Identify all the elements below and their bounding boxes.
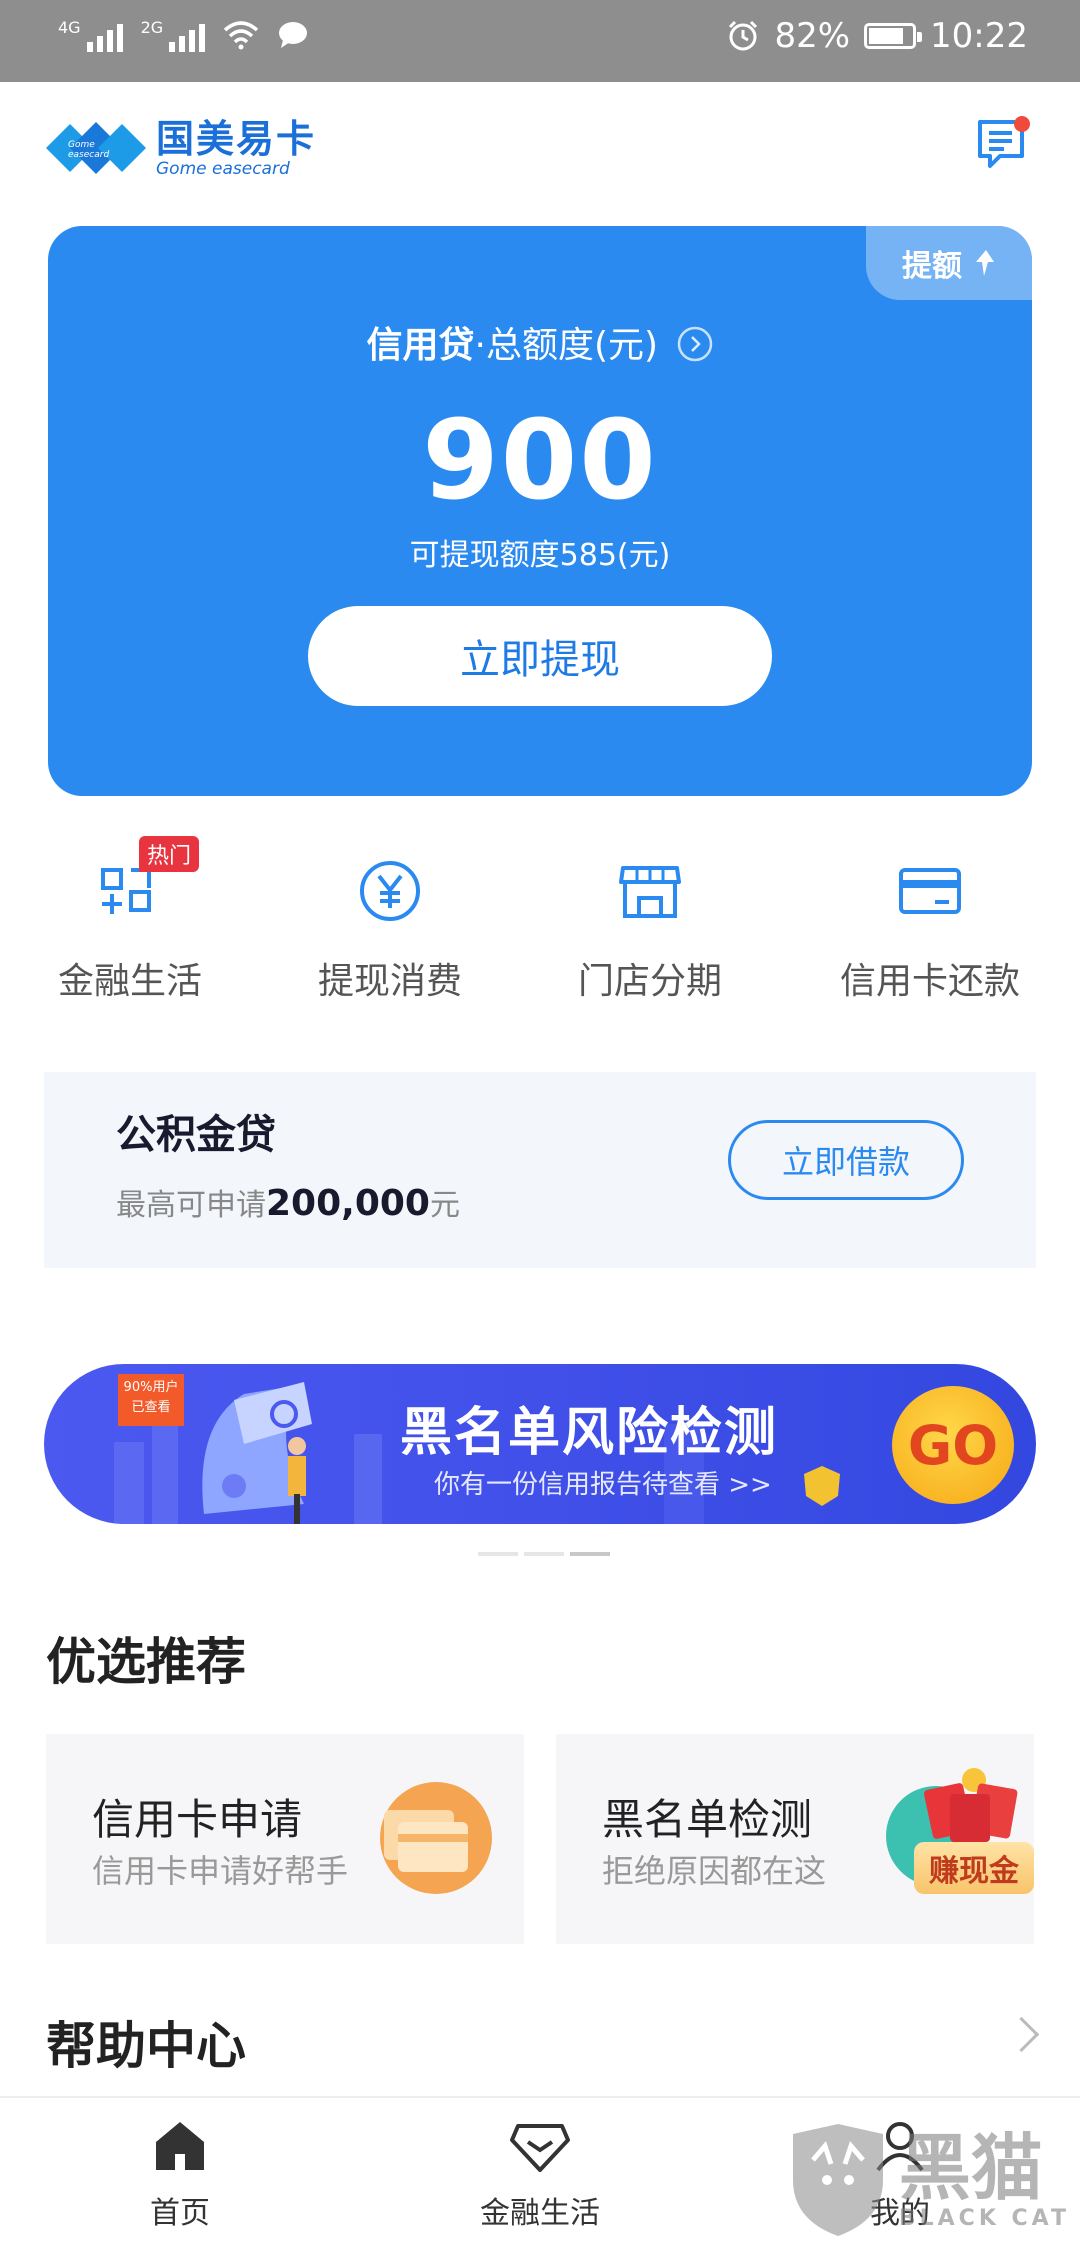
quick-menu-label: 信用卡还款: [839, 961, 1020, 1002]
blacklist-check-banner[interactable]: 90%用户 已查看 黑名单风险检测 你有一份信用报告待查看 >> GO: [44, 1364, 1036, 1524]
status-left: 4G 2G: [58, 18, 309, 52]
banner-subtitle: 你有一份信用报告待查看 >>: [434, 1470, 772, 1500]
card-title-bold: 信用贷: [366, 325, 475, 366]
quick-menu-label: 提现消费: [317, 961, 462, 1002]
earn-cash-badge[interactable]: 赚现金: [914, 1764, 1034, 1894]
quick-menu-card-repayment[interactable]: 信用卡还款: [800, 856, 1060, 1004]
housing-fund-loan-card[interactable]: 公积金贷 最高可申请200,000元 立即借款: [44, 1072, 1036, 1268]
status-bar: 4G 2G 82% 10:22: [0, 0, 1080, 82]
raise-limit-button[interactable]: 提额: [866, 226, 1032, 300]
red-envelope-icon: [923, 1768, 1018, 1842]
go-button[interactable]: GO: [892, 1386, 1014, 1504]
signal-4g-icon: 4G: [58, 18, 123, 52]
borrow-now-label: 立即借款: [781, 1143, 910, 1181]
wifi-icon: [224, 21, 259, 50]
blacklist-check-card[interactable]: 黑名单检测 拒绝原因都在这 赚现金: [556, 1734, 1034, 1944]
borrow-now-button[interactable]: 立即借款: [728, 1120, 964, 1200]
badge-line-2: 已查看: [131, 1400, 171, 1415]
carousel-dot: [478, 1552, 518, 1556]
card-icon: [895, 856, 965, 926]
card-title-rest: ·总额度(元): [474, 325, 659, 366]
quick-menu-withdraw-consume[interactable]: 提现消费: [260, 856, 520, 1004]
withdraw-now-button[interactable]: 立即提现: [308, 606, 772, 706]
carousel-dot: [524, 1552, 564, 1556]
rec-card-subtitle: 拒绝原因都在这: [602, 1852, 827, 1890]
fund-loan-subtitle: 最高可申请200,000元: [116, 1180, 460, 1224]
withdraw-now-label: 立即提现: [460, 637, 620, 683]
go-label: GO: [907, 1413, 999, 1477]
chat-bubble-icon: [279, 22, 308, 48]
nav-finance-life[interactable]: 金融生活: [410, 2118, 670, 2232]
message-icon: [978, 116, 1030, 168]
black-cat-shield-icon: [792, 2124, 883, 2236]
app-logo: Gome easecard 国美易卡 Gome easecard: [44, 112, 316, 184]
logo-cn-text: 国美易卡: [156, 117, 317, 161]
recommend-section-title: 优选推荐: [46, 1633, 246, 1691]
watermark-en: BLACK CAT: [898, 2205, 1070, 2231]
nav-label: 首页: [150, 2196, 210, 2231]
quick-menu-label: 门店分期: [577, 961, 722, 1002]
logo-en-text: Gome easecard: [156, 159, 290, 179]
carousel-dot-active: [570, 1552, 610, 1556]
available-withdraw-text: 可提现额度585(元): [409, 538, 671, 573]
yuan-icon: [355, 856, 425, 926]
chevron-right-icon[interactable]: [1003, 2016, 1040, 2053]
logo-small-text: Gome easecard: [68, 140, 110, 160]
badge-line-1: 90%用户: [123, 1380, 179, 1395]
nav-label: 金融生活: [480, 2196, 600, 2231]
fund-loan-amount: 200,000: [266, 1183, 430, 1224]
banner-title: 黑名单风险检测: [400, 1403, 779, 1463]
credit-loan-card: 提额 信用贷·总额度(元) 900 可提现额度585(元) 立即提现: [48, 226, 1032, 796]
credit-card-apply-card[interactable]: 信用卡申请 信用卡申请好帮手: [46, 1734, 524, 1944]
fund-loan-title: 公积金贷: [116, 1112, 276, 1158]
carousel-indicator: [478, 1552, 610, 1556]
raise-limit-label: 提额: [902, 249, 962, 284]
rec-card-title: 黑名单检测: [602, 1795, 813, 1844]
help-center-title[interactable]: 帮助中心: [46, 2006, 246, 2078]
signal-2g-icon: 2G: [141, 18, 206, 52]
card-title: 信用贷·总额度(元): [48, 316, 1032, 368]
battery-percent: 82%: [774, 16, 851, 56]
logo-diamond-icon: Gome easecard: [44, 112, 148, 184]
clock: 10:22: [930, 16, 1028, 56]
quick-menu-store-installment[interactable]: 门店分期: [520, 856, 780, 1004]
network-type-1: 4G: [58, 18, 81, 37]
hot-badge: 热门: [139, 836, 200, 872]
viewed-percent-badge: 90%用户 已查看: [118, 1374, 184, 1426]
watermark-cn: 黑猫: [898, 2125, 1043, 2210]
quick-menu-finance-life[interactable]: 热门 金融生活: [0, 836, 260, 1004]
diamond-icon: [510, 2124, 570, 2172]
alarm-icon: [729, 20, 758, 51]
battery-icon: [864, 23, 923, 49]
fund-loan-unit: 元: [429, 1188, 460, 1223]
rec-card-title: 信用卡申请: [92, 1795, 303, 1844]
message-center-button[interactable]: [976, 116, 1032, 172]
nav-home[interactable]: 首页: [50, 2118, 310, 2232]
info-chevron-icon[interactable]: [676, 325, 714, 363]
grid-icon: 热门: [95, 836, 200, 926]
store-icon: [615, 856, 685, 926]
arrow-up-icon: [976, 250, 994, 276]
black-cat-watermark: 黑猫 BLACK CAT: [783, 2120, 1070, 2240]
fund-loan-prefix: 最高可申请: [116, 1188, 266, 1223]
status-right: 82% 10:22: [726, 16, 1028, 56]
total-credit-amount: 900: [422, 396, 658, 524]
rec-card-subtitle: 信用卡申请好帮手: [92, 1852, 349, 1890]
home-icon: [156, 2122, 204, 2170]
network-type-2: 2G: [140, 18, 164, 37]
credit-card-illustration-icon: [380, 1782, 492, 1894]
quick-menu-label: 金融生活: [57, 961, 202, 1002]
earn-cash-label: 赚现金: [914, 1842, 1034, 1894]
